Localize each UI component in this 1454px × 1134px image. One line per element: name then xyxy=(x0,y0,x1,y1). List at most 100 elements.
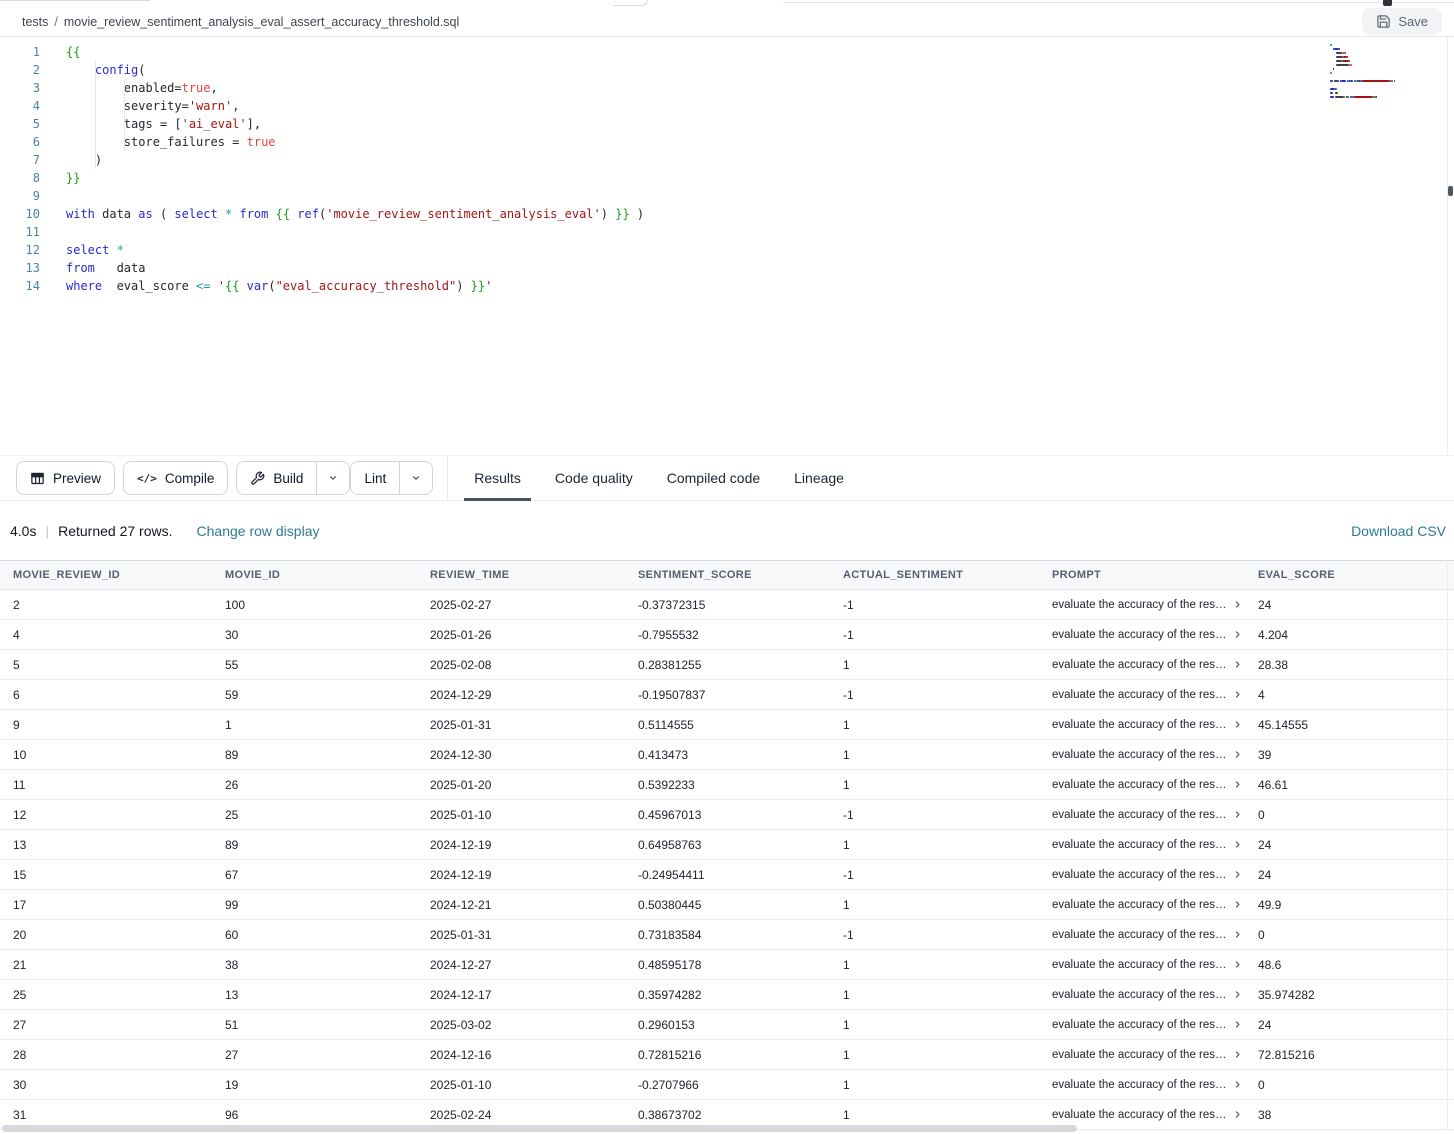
chevron-right-icon[interactable] xyxy=(1233,930,1242,939)
prompt-text: evaluate the accuracy of the res… xyxy=(1052,689,1227,701)
prompt-text: evaluate the accuracy of the res… xyxy=(1052,989,1227,1001)
compile-button[interactable]: </> Compile xyxy=(123,461,228,495)
cell-movie-review-id: 21 xyxy=(0,958,212,972)
cell-prompt: evaluate the accuracy of the res… xyxy=(1039,779,1245,791)
code-line: 13from data xyxy=(0,259,1454,277)
cell-eval-score: 39 xyxy=(1245,748,1454,762)
cell-eval-score: 46.61 xyxy=(1245,778,1454,792)
tab-compiled-code[interactable]: Compiled code xyxy=(655,455,772,501)
cell-review-time: 2025-01-20 xyxy=(417,778,625,792)
code-line: 10with data as ( select * from {{ ref('m… xyxy=(0,205,1454,223)
query-duration: 4.0s xyxy=(10,523,36,539)
minimap-line xyxy=(1330,48,1400,50)
cell-movie-review-id: 17 xyxy=(0,898,212,912)
cell-actual-sentiment: -1 xyxy=(830,688,1039,702)
table-row: 15672024-12-19-0.24954411-1evaluate the … xyxy=(0,860,1454,890)
code-text: from data xyxy=(40,259,145,277)
cell-movie-id: 13 xyxy=(212,988,417,1002)
cell-actual-sentiment: 1 xyxy=(830,658,1039,672)
code-text: config( xyxy=(40,61,146,79)
code-line: 5 tags = ['ai_eval'], xyxy=(0,115,1454,133)
prompt-text: evaluate the accuracy of the res… xyxy=(1052,1049,1227,1061)
chevron-right-icon[interactable] xyxy=(1233,1080,1242,1089)
code-editor[interactable]: 1{{2 config(3 enabled=true,4 severity='w… xyxy=(0,37,1454,455)
chevron-right-icon[interactable] xyxy=(1233,1020,1242,1029)
cell-review-time: 2025-02-08 xyxy=(417,658,625,672)
table-row: 10892024-12-300.4134731evaluate the accu… xyxy=(0,740,1454,770)
chevron-right-icon[interactable] xyxy=(1233,900,1242,909)
prompt-text: evaluate the accuracy of the res… xyxy=(1052,629,1227,641)
chevron-right-icon[interactable] xyxy=(1233,660,1242,669)
editor-scrollbar-thumb[interactable] xyxy=(1448,186,1453,196)
save-button[interactable]: Save xyxy=(1362,8,1442,35)
wrench-icon xyxy=(250,471,265,486)
chevron-right-icon[interactable] xyxy=(1233,870,1242,879)
preview-button[interactable]: Preview xyxy=(16,461,115,495)
chevron-right-icon[interactable] xyxy=(1233,840,1242,849)
cell-sentiment-score: 0.413473 xyxy=(625,748,830,762)
chevron-right-icon[interactable] xyxy=(1233,750,1242,759)
cell-review-time: 2024-12-19 xyxy=(417,868,625,882)
chevron-right-icon[interactable] xyxy=(1233,690,1242,699)
code-text: severity='warn', xyxy=(40,97,239,115)
cell-eval-score: 4 xyxy=(1245,688,1454,702)
cell-movie-review-id: 10 xyxy=(0,748,212,762)
code-line: 4 severity='warn', xyxy=(0,97,1454,115)
cell-movie-review-id: 12 xyxy=(0,808,212,822)
cell-movie-review-id: 25 xyxy=(0,988,212,1002)
chevron-right-icon[interactable] xyxy=(1233,720,1242,729)
cell-eval-score: 24 xyxy=(1245,868,1454,882)
chevron-right-icon[interactable] xyxy=(1233,630,1242,639)
cell-sentiment-score: 0.38673702 xyxy=(625,1108,830,1122)
lint-button[interactable]: Lint xyxy=(351,462,399,494)
cell-prompt: evaluate the accuracy of the res… xyxy=(1039,869,1245,881)
code-line: 14where eval_score <= '{{ var("eval_accu… xyxy=(0,277,1454,295)
build-dropdown-button[interactable] xyxy=(316,462,349,494)
breadcrumb-folder[interactable]: tests xyxy=(22,15,48,29)
cell-eval-score: 24 xyxy=(1245,598,1454,612)
table-row: 5552025-02-080.283812551evaluate the acc… xyxy=(0,650,1454,680)
minimap-line xyxy=(1330,92,1400,94)
chevron-right-icon[interactable] xyxy=(1233,600,1242,609)
table-row: 13892024-12-190.649587631evaluate the ac… xyxy=(0,830,1454,860)
cell-sentiment-score: -0.2707966 xyxy=(625,1078,830,1092)
tab-lineage[interactable]: Lineage xyxy=(782,455,856,501)
cell-movie-review-id: 2 xyxy=(0,598,212,612)
table-scrollbar-track xyxy=(1447,560,1448,1130)
tab-code-quality[interactable]: Code quality xyxy=(543,455,645,501)
code-text: where eval_score <= '{{ var("eval_accura… xyxy=(40,277,492,295)
chevron-right-icon[interactable] xyxy=(1233,1050,1242,1059)
cell-actual-sentiment: 1 xyxy=(830,778,1039,792)
cell-eval-score: 28.38 xyxy=(1245,658,1454,672)
download-csv-link[interactable]: Download CSV xyxy=(1351,523,1446,539)
table-row: 4302025-01-26-0.7955532-1evaluate the ac… xyxy=(0,620,1454,650)
chevron-right-icon[interactable] xyxy=(1233,990,1242,999)
build-button[interactable]: Build xyxy=(237,462,316,494)
cell-movie-id: 60 xyxy=(212,928,417,942)
tab-strip-line xyxy=(0,0,150,1)
lint-dropdown-button[interactable] xyxy=(399,462,432,494)
chevron-right-icon[interactable] xyxy=(1233,960,1242,969)
horizontal-scrollbar[interactable] xyxy=(2,1125,1077,1132)
cell-sentiment-score: -0.19507837 xyxy=(625,688,830,702)
prompt-text: evaluate the accuracy of the res… xyxy=(1052,749,1227,761)
minimap[interactable] xyxy=(1330,44,1400,100)
cell-sentiment-score: 0.2960153 xyxy=(625,1018,830,1032)
cell-movie-review-id: 9 xyxy=(0,718,212,732)
cell-movie-id: 100 xyxy=(212,598,417,612)
cell-actual-sentiment: 1 xyxy=(830,1048,1039,1062)
cell-eval-score: 49.9 xyxy=(1245,898,1454,912)
save-button-label: Save xyxy=(1398,14,1428,29)
change-row-display-link[interactable]: Change row display xyxy=(197,523,320,539)
ide-window: tests / movie_review_sentiment_analysis_… xyxy=(0,0,1454,1134)
action-toolbar: Preview </> Compile Build Lint xyxy=(0,455,1454,501)
cell-movie-id: 25 xyxy=(212,808,417,822)
cell-actual-sentiment: 1 xyxy=(830,1018,1039,1032)
column-header: EVAL_SCORE xyxy=(1245,569,1454,581)
top-tab-strip xyxy=(0,0,1454,7)
chevron-right-icon[interactable] xyxy=(1233,810,1242,819)
tab-results[interactable]: Results xyxy=(462,455,533,501)
chevron-right-icon[interactable] xyxy=(1233,780,1242,789)
line-number: 8 xyxy=(0,169,40,187)
chevron-right-icon[interactable] xyxy=(1233,1110,1242,1119)
